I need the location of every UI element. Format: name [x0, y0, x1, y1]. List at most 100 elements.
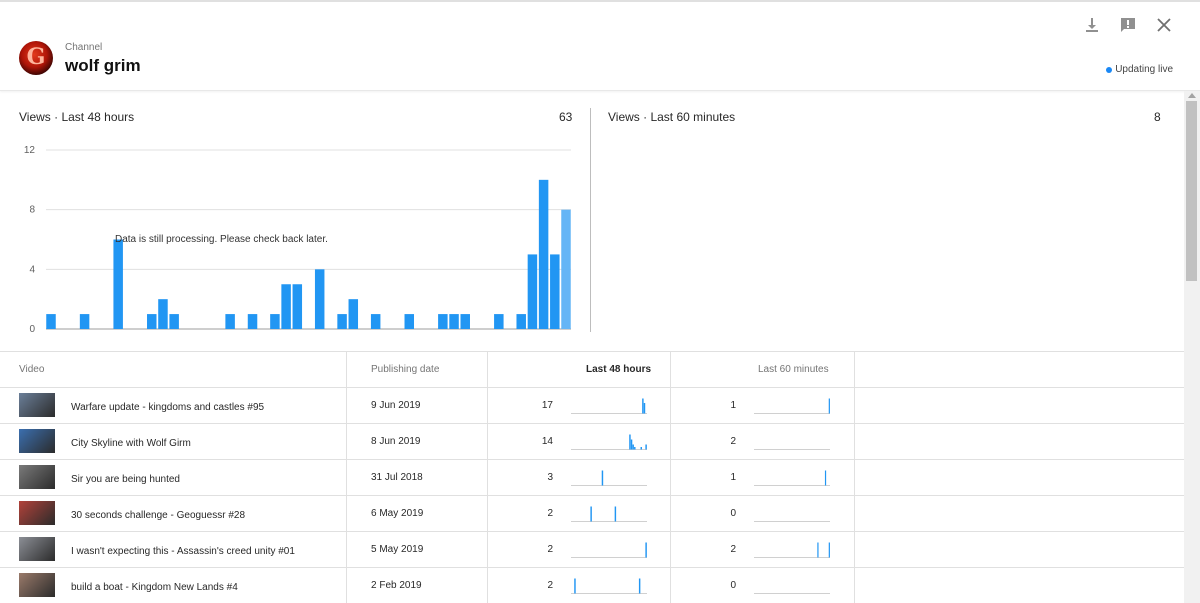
download-icon[interactable] — [1081, 14, 1103, 36]
channel-name: wolf grim — [65, 56, 141, 75]
bar[interactable] — [158, 299, 168, 329]
publishing-date: 8 Jun 2019 — [371, 436, 421, 447]
sparkline-bar — [828, 398, 830, 414]
views-48h-count: 2 — [547, 580, 553, 591]
channel-label: Channel — [65, 42, 103, 53]
table-row[interactable]: build a boat - Kingdom New Lands #4 2 Feb… — [0, 568, 1184, 603]
video-thumbnail[interactable] — [19, 393, 55, 417]
bar[interactable] — [46, 314, 56, 329]
header-video[interactable]: Video — [19, 364, 44, 375]
header-publishing-date[interactable]: Publishing date — [371, 364, 439, 375]
scroll-up-arrow-icon[interactable] — [1188, 93, 1196, 98]
bar[interactable] — [460, 314, 470, 329]
bar[interactable] — [561, 209, 571, 329]
bar[interactable] — [494, 314, 504, 329]
bar[interactable] — [404, 314, 415, 329]
sparkline-bar — [574, 578, 576, 594]
video-thumbnail[interactable] — [19, 573, 55, 597]
table-row[interactable]: Sir you are being hunted 31 Jul 2018 3 1 — [0, 460, 1184, 496]
bar[interactable] — [337, 314, 347, 329]
table-row[interactable]: Warfare update - kingdoms and castles #9… — [0, 388, 1184, 424]
bar[interactable] — [247, 314, 258, 329]
header-last-60-minutes[interactable]: Last 60 minutes — [758, 364, 829, 375]
sparkline-bar — [614, 506, 617, 522]
table-row[interactable]: I wasn't expecting this - Assassin's cre… — [0, 532, 1184, 568]
video-thumbnail[interactable] — [19, 465, 55, 489]
sparkline-bar — [817, 542, 819, 558]
sparkline-bar — [629, 434, 631, 450]
sparkline-bar — [634, 447, 636, 450]
sparkline-48h — [571, 470, 647, 486]
video-thumbnail[interactable] — [19, 429, 55, 453]
sparkline-60m — [754, 521, 830, 522]
bar[interactable] — [550, 254, 560, 329]
sparkline-bar — [643, 403, 646, 414]
bar[interactable] — [348, 299, 359, 329]
views-48h-count: 2 — [547, 508, 553, 519]
scrollbar[interactable] — [1184, 91, 1200, 603]
sparkline-bar — [601, 470, 604, 486]
publishing-date: 9 Jun 2019 — [371, 400, 421, 411]
views-60m-count: 1 — [730, 472, 736, 483]
publishing-date: 31 Jul 2018 — [371, 472, 423, 483]
sparkline-bar — [642, 398, 644, 414]
scrollbar-thumb[interactable] — [1186, 101, 1197, 281]
table-row[interactable]: 30 seconds challenge - Geoguessr #28 6 Ma… — [0, 496, 1184, 532]
header-last-48-hours[interactable]: Last 48 hours — [586, 364, 651, 375]
live-label: Updating live — [1115, 64, 1173, 75]
sparkline-60m — [754, 398, 830, 414]
bar[interactable] — [438, 314, 448, 329]
header: G Channel wolf grim Updating live — [0, 2, 1200, 91]
views-60m-count: 0 — [730, 508, 736, 519]
feedback-icon[interactable] — [1117, 14, 1139, 36]
y-tick-label: 12 — [24, 145, 36, 156]
views-48h-total: 63 — [559, 110, 573, 124]
video-title[interactable]: City Skyline with Wolf Girm — [71, 438, 191, 449]
video-thumbnail[interactable] — [19, 501, 55, 525]
bar[interactable] — [225, 314, 235, 329]
publishing-date: 6 May 2019 — [371, 508, 424, 519]
sparkline-48h — [571, 434, 647, 450]
views-48h-count: 2 — [547, 544, 553, 555]
views-48h-count: 14 — [541, 436, 553, 447]
bar[interactable] — [527, 254, 538, 329]
sparkline-bar — [632, 444, 634, 450]
video-thumbnail[interactable] — [19, 537, 55, 561]
sparkline-bar — [645, 444, 647, 450]
video-title[interactable]: I wasn't expecting this - Assassin's cre… — [71, 546, 295, 557]
bar[interactable] — [516, 314, 526, 329]
sparkline-bar — [630, 439, 633, 450]
bar[interactable] — [147, 314, 157, 329]
bar[interactable] — [113, 239, 123, 330]
avatar-letter: G — [26, 44, 46, 70]
publishing-date: 2 Feb 2019 — [371, 580, 422, 591]
panel-divider — [590, 108, 591, 332]
views-60m-total: 8 — [1154, 110, 1161, 124]
video-title[interactable]: build a boat - Kingdom New Lands #4 — [71, 582, 238, 593]
video-title[interactable]: Sir you are being hunted — [71, 474, 180, 485]
sparkline-48h — [571, 542, 647, 558]
bar[interactable] — [314, 269, 325, 329]
y-tick-label: 8 — [29, 205, 35, 216]
bar[interactable] — [281, 284, 291, 329]
sparkline-48h — [571, 578, 647, 594]
table-header: Video Publishing date Last 48 hours Last… — [0, 352, 1184, 388]
bar[interactable] — [370, 314, 381, 329]
video-title[interactable]: Warfare update - kingdoms and castles #9… — [71, 402, 264, 413]
table-row[interactable]: City Skyline with Wolf Girm 8 Jun 2019 14 2 — [0, 424, 1184, 460]
sparkline-bar — [590, 506, 592, 522]
sparkline-48h — [571, 398, 647, 414]
bar[interactable] — [79, 314, 90, 329]
avatar[interactable]: G — [19, 41, 53, 75]
publishing-date: 5 May 2019 — [371, 544, 424, 555]
sparkline-60m — [754, 593, 830, 594]
sparkline-bar — [645, 542, 647, 558]
views-48h-count: 3 — [547, 472, 553, 483]
video-title[interactable]: 30 seconds challenge - Geoguessr #28 — [71, 510, 245, 521]
close-icon[interactable] — [1153, 14, 1175, 36]
bar[interactable] — [538, 179, 549, 329]
bar[interactable] — [449, 314, 459, 329]
bar[interactable] — [169, 314, 179, 329]
bar[interactable] — [270, 314, 280, 329]
bar[interactable] — [292, 284, 303, 329]
